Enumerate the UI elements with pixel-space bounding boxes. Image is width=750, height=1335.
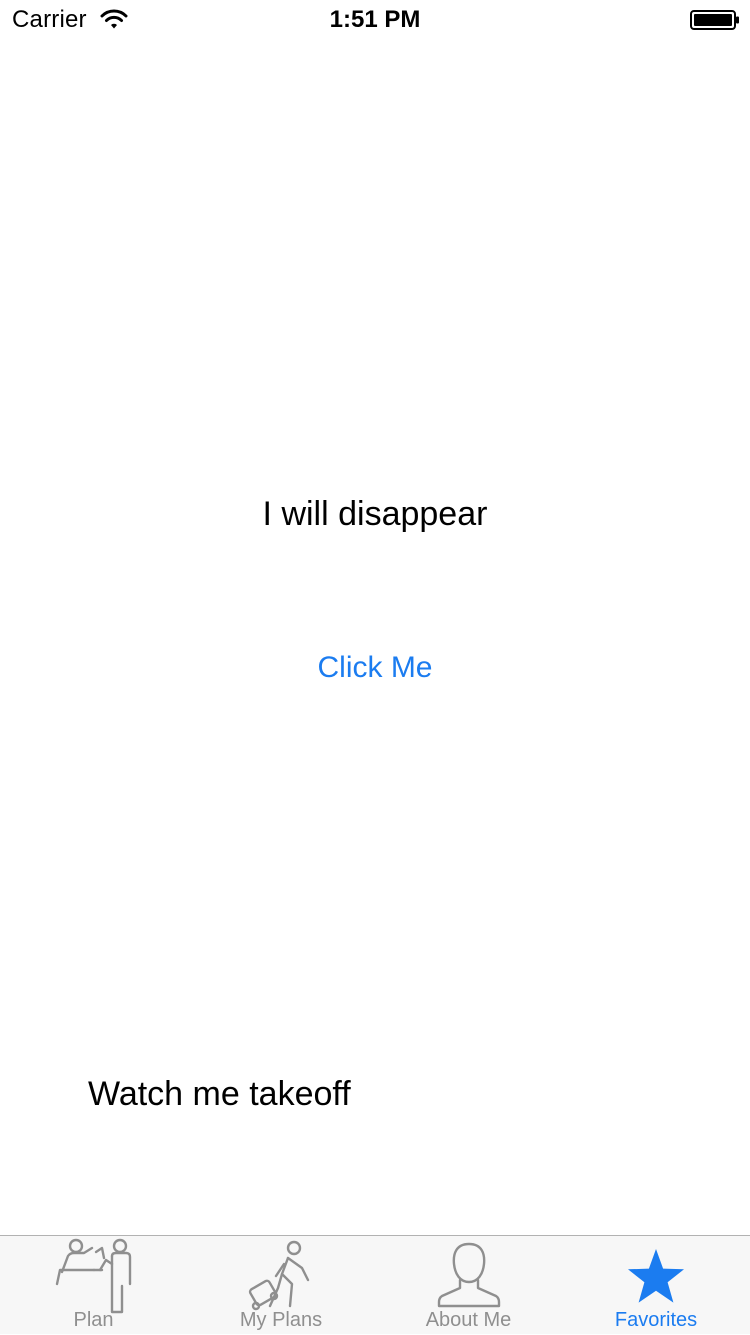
tab-label-about-me: About Me: [425, 1309, 512, 1331]
battery-icon: [690, 10, 739, 30]
user-silhouette-icon: [437, 1242, 500, 1308]
tab-my-plans[interactable]: My Plans: [187, 1236, 375, 1335]
star-icon: [628, 1249, 684, 1303]
tab-plan[interactable]: Plan: [0, 1236, 187, 1335]
tab-label-plan: Plan: [73, 1309, 114, 1331]
meeting-people-icon: [55, 1238, 131, 1314]
status-time: 1:51 PM: [329, 6, 421, 33]
takeoff-label: Watch me takeoff: [88, 1075, 351, 1113]
status-bar: Carrier 1:51 PM: [0, 0, 750, 40]
tab-bar: Plan My Plans About Me Favorites: [0, 1235, 750, 1334]
tab-about-me[interactable]: About Me: [375, 1236, 562, 1335]
traveler-luggage-icon: [248, 1240, 310, 1311]
click-me-button[interactable]: Click Me: [295, 646, 455, 690]
tab-favorites[interactable]: Favorites: [562, 1236, 750, 1335]
tab-label-my-plans: My Plans: [239, 1309, 323, 1331]
tab-label-favorites: Favorites: [614, 1309, 698, 1331]
disappear-label: I will disappear: [262, 495, 488, 533]
